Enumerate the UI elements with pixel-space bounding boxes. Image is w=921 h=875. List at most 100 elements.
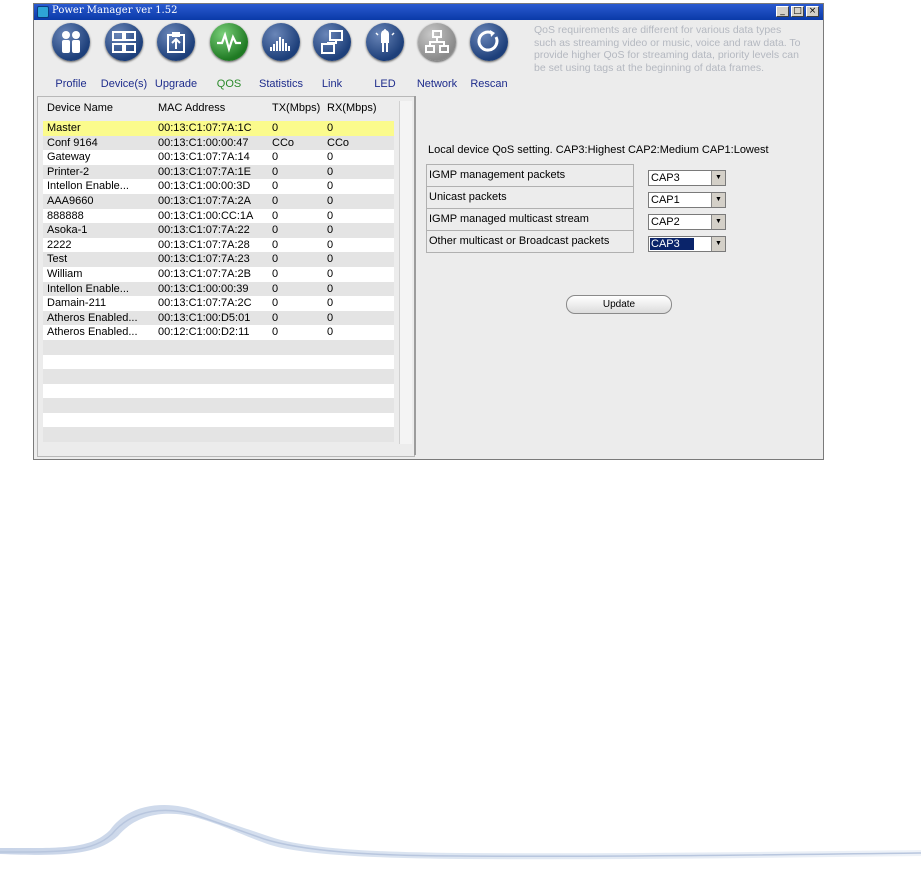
table-row[interactable]: AAA9660 00:13:C1:07:7A:2A 0 0 <box>43 193 394 209</box>
power-manager-window: Power Manager ver 1.52 _ □ × Profile Dev… <box>33 3 824 460</box>
table-row[interactable]: William 00:13:C1:07:7A:2B 0 0 <box>43 266 394 282</box>
update-button[interactable]: Update <box>566 295 672 314</box>
select-value: CAP3 <box>651 172 680 184</box>
table-row[interactable]: 2222 00:13:C1:07:7A:28 0 0 <box>43 237 394 253</box>
tx-cell: 0 <box>272 194 279 207</box>
chevron-down-icon[interactable]: ▼ <box>711 171 725 185</box>
empty-table-row <box>43 339 394 355</box>
mac-address-cell: 00:12:C1:00:D2:11 <box>158 326 250 339</box>
qos-row-label: IGMP management packets <box>429 169 566 181</box>
window-title: Power Manager ver 1.52 <box>52 5 178 16</box>
mac-address-cell: 00:13:C1:00:CC:1A <box>158 209 254 222</box>
qos-settings-panel: Local device QoS setting. CAP3:Highest C… <box>414 96 823 455</box>
device-name-cell: Damain-211 <box>47 297 107 310</box>
device-name-cell: Master <box>47 122 81 134</box>
rx-cell: 0 <box>327 238 334 251</box>
igmp-multicast-select[interactable]: CAP2 ▼ <box>648 214 726 230</box>
maximize-button[interactable]: □ <box>791 6 804 17</box>
mac-address-cell: 00:13:C1:07:7A:2C <box>158 297 252 310</box>
qos-row: Unicast packets <box>426 187 634 209</box>
chevron-down-icon[interactable]: ▼ <box>711 215 725 229</box>
header-mac-address[interactable]: MAC Address <box>158 102 225 114</box>
unicast-select[interactable]: CAP1 ▼ <box>648 192 726 208</box>
table-row[interactable]: Atheros Enabled... 00:13:C1:00:D5:01 0 0 <box>43 310 394 326</box>
qos-row: IGMP management packets <box>426 165 634 187</box>
mac-address-cell: 00:13:C1:07:7A:22 <box>158 224 250 237</box>
table-row[interactable]: Conf 9164 00:13:C1:00:00:47 CCo CCo <box>43 135 394 151</box>
chevron-down-icon[interactable]: ▼ <box>711 237 725 251</box>
device-name-cell: 2222 <box>47 238 72 251</box>
device-list-scrollbar[interactable] <box>399 101 412 444</box>
empty-table-row <box>43 354 394 370</box>
toolbar: Profile Device(s) Upgrade QOS Statistics <box>34 21 823 95</box>
table-row[interactable]: Damain-211 00:13:C1:07:7A:2C 0 0 <box>43 296 394 311</box>
table-row[interactable]: Intellon Enable... 00:13:C1:00:00:39 0 0 <box>43 281 394 297</box>
decorative-wave <box>0 805 921 860</box>
mac-address-cell: 00:13:C1:07:7A:1C <box>158 122 252 134</box>
header-device-name[interactable]: Device Name <box>47 102 113 114</box>
table-row[interactable]: Test 00:13:C1:07:7A:23 0 0 <box>43 252 394 267</box>
minimize-button[interactable]: _ <box>776 6 789 17</box>
table-row[interactable]: Gateway 00:13:C1:07:7A:14 0 0 <box>43 150 394 165</box>
header-tx[interactable]: TX(Mbps) <box>272 102 320 114</box>
rx-cell: 0 <box>327 282 334 295</box>
empty-table-row <box>43 412 394 428</box>
device-list-panel: Device Name MAC Address TX(Mbps) RX(Mbps… <box>37 96 415 457</box>
table-row[interactable]: 888888 00:13:C1:00:CC:1A 0 0 <box>43 208 394 224</box>
rescan-icon <box>470 23 508 61</box>
led-icon <box>366 23 404 61</box>
devices-icon <box>105 23 143 61</box>
tx-cell: 0 <box>272 238 279 251</box>
statistics-icon <box>262 23 300 61</box>
select-value: CAP2 <box>651 216 680 228</box>
close-button[interactable]: × <box>806 6 819 17</box>
qos-icon <box>210 23 248 61</box>
qos-description: QoS requirements are different for vario… <box>534 24 801 74</box>
toolbar-rescan[interactable]: Rescan <box>461 23 517 91</box>
device-name-cell: William <box>47 267 83 280</box>
select-value: CAP1 <box>651 194 680 206</box>
table-row[interactable]: Printer-2 00:13:C1:07:7A:1E 0 0 <box>43 164 394 180</box>
network-icon <box>418 23 456 61</box>
empty-table-row <box>43 398 394 413</box>
table-row[interactable]: Atheros Enabled... 00:12:C1:00:D2:11 0 0 <box>43 325 394 340</box>
device-name-cell: 888888 <box>47 209 84 222</box>
rx-cell: 0 <box>327 253 334 266</box>
mac-address-cell: 00:13:C1:07:7A:1E <box>158 165 251 178</box>
rx-cell: 0 <box>327 311 334 324</box>
tx-cell: 0 <box>272 224 279 237</box>
device-name-cell: Gateway <box>47 151 91 164</box>
device-table-body: Master 00:13:C1:07:7A:1C 0 0 Conf 9164 00:13:… <box>43 121 394 443</box>
table-row[interactable]: Asoka-1 00:13:C1:07:7A:22 0 0 <box>43 223 394 238</box>
device-name-cell: Printer-2 <box>47 165 90 178</box>
tx-cell: 0 <box>272 253 279 266</box>
header-rx[interactable]: RX(Mbps) <box>327 102 377 114</box>
tx-cell: 0 <box>272 165 279 178</box>
empty-table-row <box>43 369 394 384</box>
table-row[interactable]: Master 00:13:C1:07:7A:1C 0 0 <box>43 121 394 136</box>
device-name-cell: Test <box>47 253 68 266</box>
rx-cell: 0 <box>327 297 334 310</box>
rx-cell: 0 <box>327 326 334 339</box>
mac-address-cell: 00:13:C1:07:7A:2B <box>158 267 251 280</box>
tx-cell: 0 <box>272 297 279 310</box>
mac-address-cell: 00:13:C1:00:00:39 <box>158 282 249 295</box>
mac-address-cell: 00:13:C1:07:7A:2A <box>158 194 251 207</box>
profile-icon <box>52 23 90 61</box>
table-row[interactable]: Intellon Enable... 00:13:C1:00:00:3D 0 0 <box>43 179 394 194</box>
title-bar[interactable]: Power Manager ver 1.52 _ □ × <box>34 4 823 20</box>
igmp-management-select[interactable]: CAP3 ▼ <box>648 170 726 186</box>
rx-cell: 0 <box>327 209 334 222</box>
mac-address-cell: 00:13:C1:07:7A:23 <box>158 253 250 266</box>
chevron-down-icon[interactable]: ▼ <box>711 193 725 207</box>
device-name-cell: Asoka-1 <box>47 224 88 237</box>
rx-cell: 0 <box>327 224 334 237</box>
tx-cell: 0 <box>272 122 279 134</box>
tx-cell: 0 <box>272 209 279 222</box>
broadcast-select[interactable]: CAP3 ▼ <box>648 236 726 252</box>
qos-settings-title: Local device QoS setting. CAP3:Highest C… <box>428 144 769 156</box>
mac-address-cell: 00:13:C1:07:7A:14 <box>158 151 250 164</box>
upgrade-icon <box>157 23 195 61</box>
tx-cell: 0 <box>272 180 279 193</box>
rx-cell: 0 <box>327 194 334 207</box>
